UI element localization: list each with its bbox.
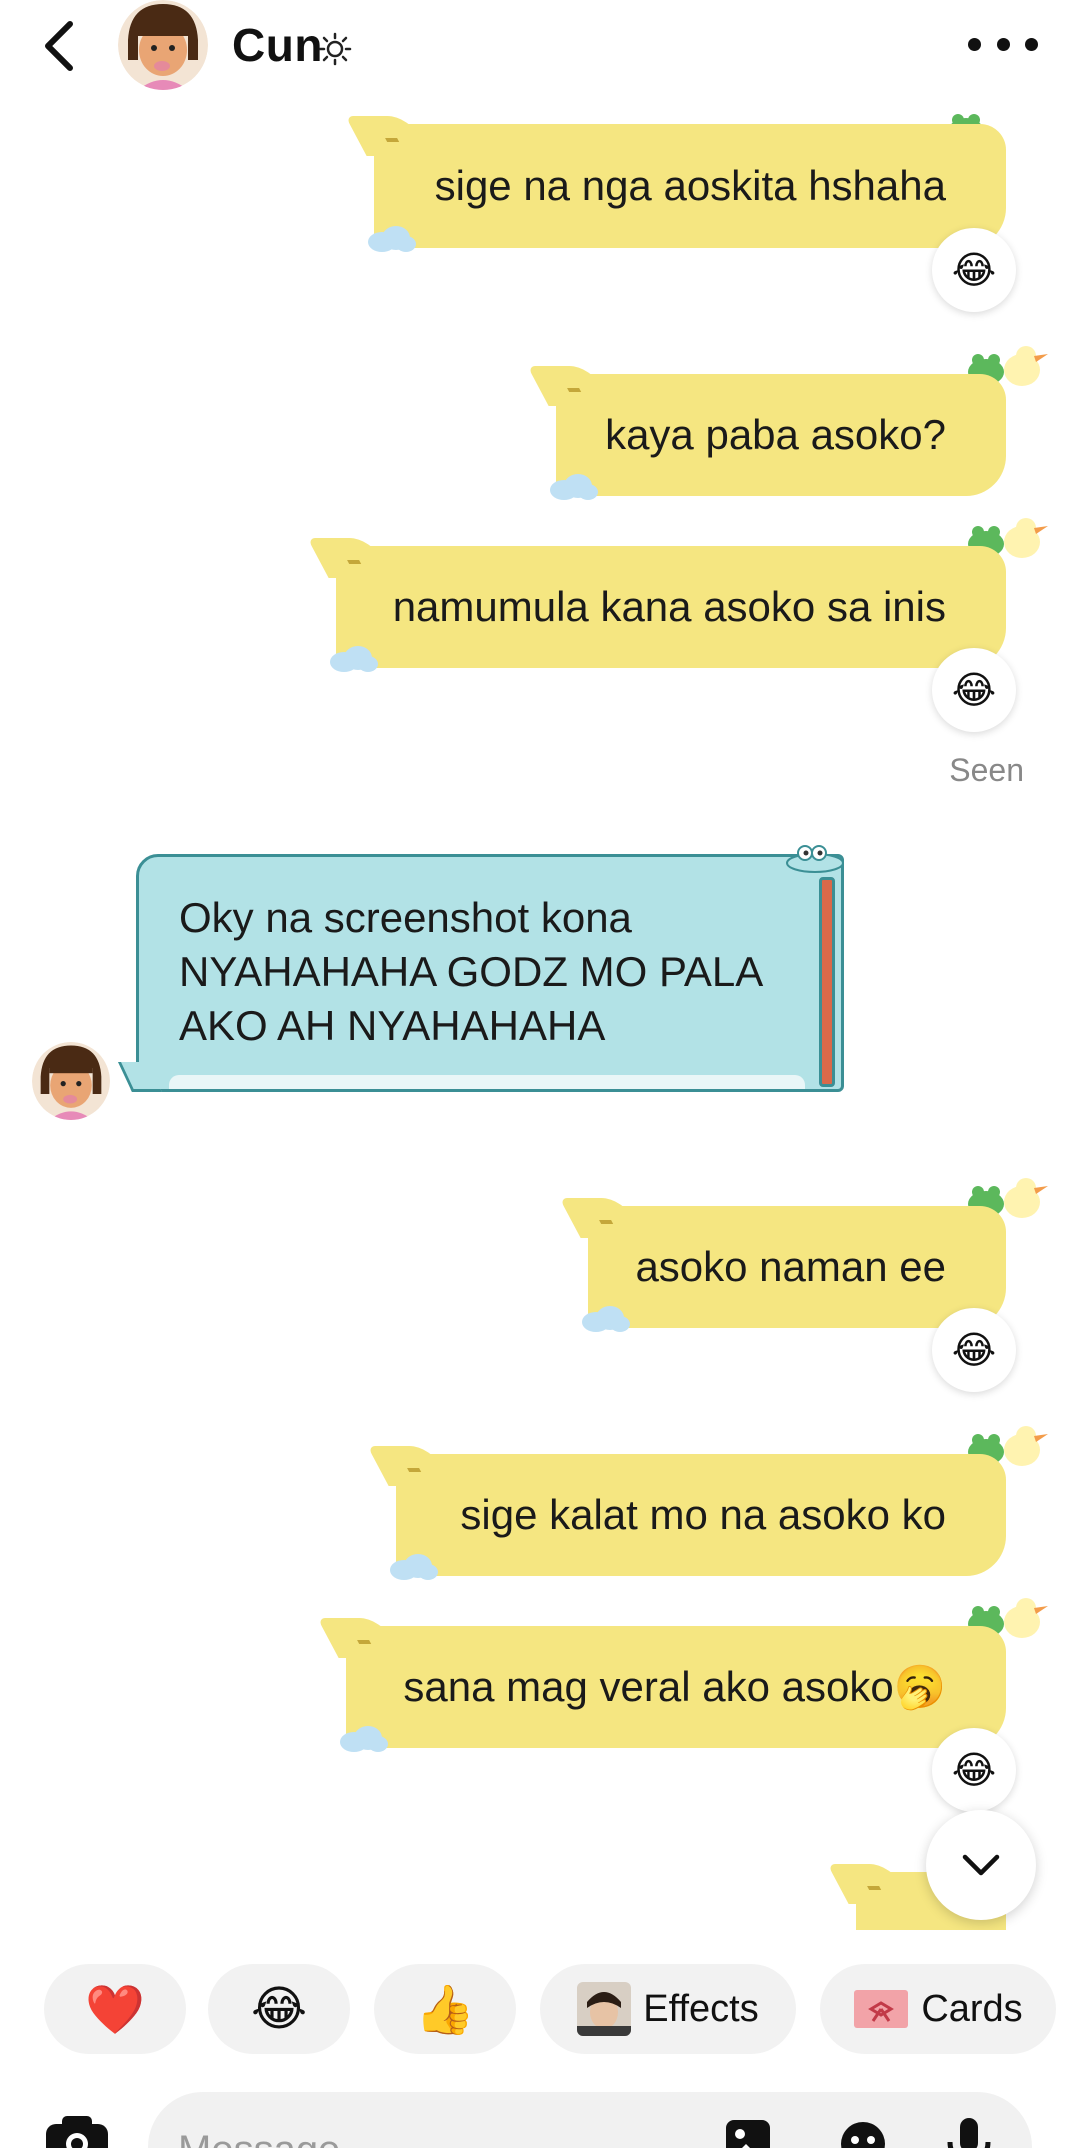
- cloud-icon: [582, 1306, 630, 1332]
- laughing-face-icon: 😂: [250, 1983, 308, 2036]
- seen-status: Seen: [949, 752, 1024, 788]
- received-message-bubble[interactable]: Oky na screenshot kona NYAHAHAHA GODZ MO…: [118, 845, 844, 1092]
- sender-avatar[interactable]: [32, 1042, 110, 1120]
- cloud-icon: [330, 646, 378, 672]
- chevron-left-icon: [45, 21, 73, 71]
- message-text: namumula kana asoko sa inis: [392, 583, 946, 630]
- quick-reaction-bar: ❤️ 😂 👍 Effects Cards: [0, 1930, 1080, 2070]
- quick-reaction-heart[interactable]: ❤️: [44, 1964, 186, 2054]
- effects-label: Effects: [643, 1987, 759, 2030]
- effects-button[interactable]: Effects: [540, 1964, 796, 2054]
- message-text: kaya paba asoko?: [605, 411, 946, 458]
- gift-card-icon: [854, 1990, 909, 2028]
- quick-reaction-thumbs-up[interactable]: 👍: [374, 1964, 516, 2054]
- bubble-flag: [559, 1198, 645, 1238]
- more-options-button[interactable]: [968, 26, 1038, 62]
- contact-avatar[interactable]: [118, 0, 208, 90]
- reaction-badge[interactable]: 😂: [932, 1308, 1016, 1392]
- cards-button[interactable]: Cards: [820, 1964, 1056, 2054]
- image-gallery-icon[interactable]: [722, 2116, 776, 2148]
- chat-header: Cun: [0, 0, 1080, 112]
- bubble-flag: [317, 1618, 403, 1658]
- sun-icon: [318, 32, 352, 66]
- bubble-flag: [345, 116, 431, 156]
- message-text: sige na nga aoskita hshaha: [434, 162, 946, 209]
- cloud-icon: [390, 1554, 438, 1580]
- more-dot-icon: [968, 37, 981, 51]
- scroll-to-bottom-button[interactable]: [926, 1810, 1036, 1920]
- bubble-side-bar: [819, 877, 835, 1087]
- emoji-sticker-icon[interactable]: [836, 2116, 890, 2148]
- effects-thumbnail: [577, 1982, 632, 2036]
- message-text: sana mag veral ako asoko🥱: [403, 1662, 946, 1710]
- reaction-badge[interactable]: 😂: [932, 648, 1016, 732]
- message-list[interactable]: sige na nga aoskita hshaha 😂 kaya paba a…: [0, 112, 1080, 1930]
- sent-message-bubble[interactable]: sige kalat mo na asoko ko: [367, 1446, 1006, 1580]
- cards-label: Cards: [921, 1987, 1023, 2030]
- sent-message-bubble[interactable]: namumula kana asoko sa inis: [307, 538, 1006, 672]
- sent-message-bubble[interactable]: sana mag veral ako asoko🥱: [317, 1618, 1006, 1752]
- more-dot-icon: [996, 37, 1010, 51]
- cloud-icon: [340, 1726, 388, 1752]
- microphone-icon[interactable]: [942, 2116, 996, 2148]
- bubble-flag: [367, 1446, 453, 1486]
- message-composer: Message: [0, 2070, 1080, 2148]
- message-input[interactable]: Message: [148, 2092, 1032, 2148]
- quick-reaction-laugh[interactable]: 😂: [208, 1964, 350, 2054]
- contact-name[interactable]: Cun: [232, 18, 323, 72]
- chevron-down-icon: [962, 1854, 1000, 1876]
- message-text-line: NYAHAHAHA GODZ MO PALA: [179, 948, 764, 995]
- cloud-icon: [368, 226, 416, 252]
- reaction-badge[interactable]: 😂: [932, 228, 1016, 312]
- crocodile-eyes-icon: [786, 845, 844, 873]
- message-text: asoko naman ee: [635, 1243, 946, 1290]
- heart-icon: ❤️: [85, 1983, 145, 2037]
- bubble-flag: [307, 538, 393, 578]
- sent-message-bubble[interactable]: asoko naman ee: [559, 1198, 1006, 1332]
- bubble-flag: [827, 1864, 913, 1904]
- back-button[interactable]: [36, 14, 84, 78]
- message-text: sige kalat mo na asoko ko: [460, 1491, 946, 1538]
- cloud-icon: [550, 474, 598, 500]
- reaction-badge[interactable]: 😂: [932, 1728, 1016, 1812]
- camera-icon[interactable]: [44, 2114, 110, 2148]
- message-text-line: Oky na screenshot kona: [179, 894, 632, 941]
- bubble-tail: [118, 1062, 162, 1092]
- message-text-line: AKO AH NYAHAHAHA: [179, 1002, 606, 1049]
- sent-message-bubble[interactable]: sige na nga aoskita hshaha: [345, 116, 1006, 252]
- more-dot-icon: [1025, 37, 1038, 51]
- bubble-flag: [527, 366, 613, 406]
- sent-message-bubble[interactable]: kaya paba asoko?: [527, 366, 1006, 500]
- thumbs-up-icon: 👍: [415, 1983, 475, 2037]
- bubble-bottom-strip: [169, 1075, 805, 1089]
